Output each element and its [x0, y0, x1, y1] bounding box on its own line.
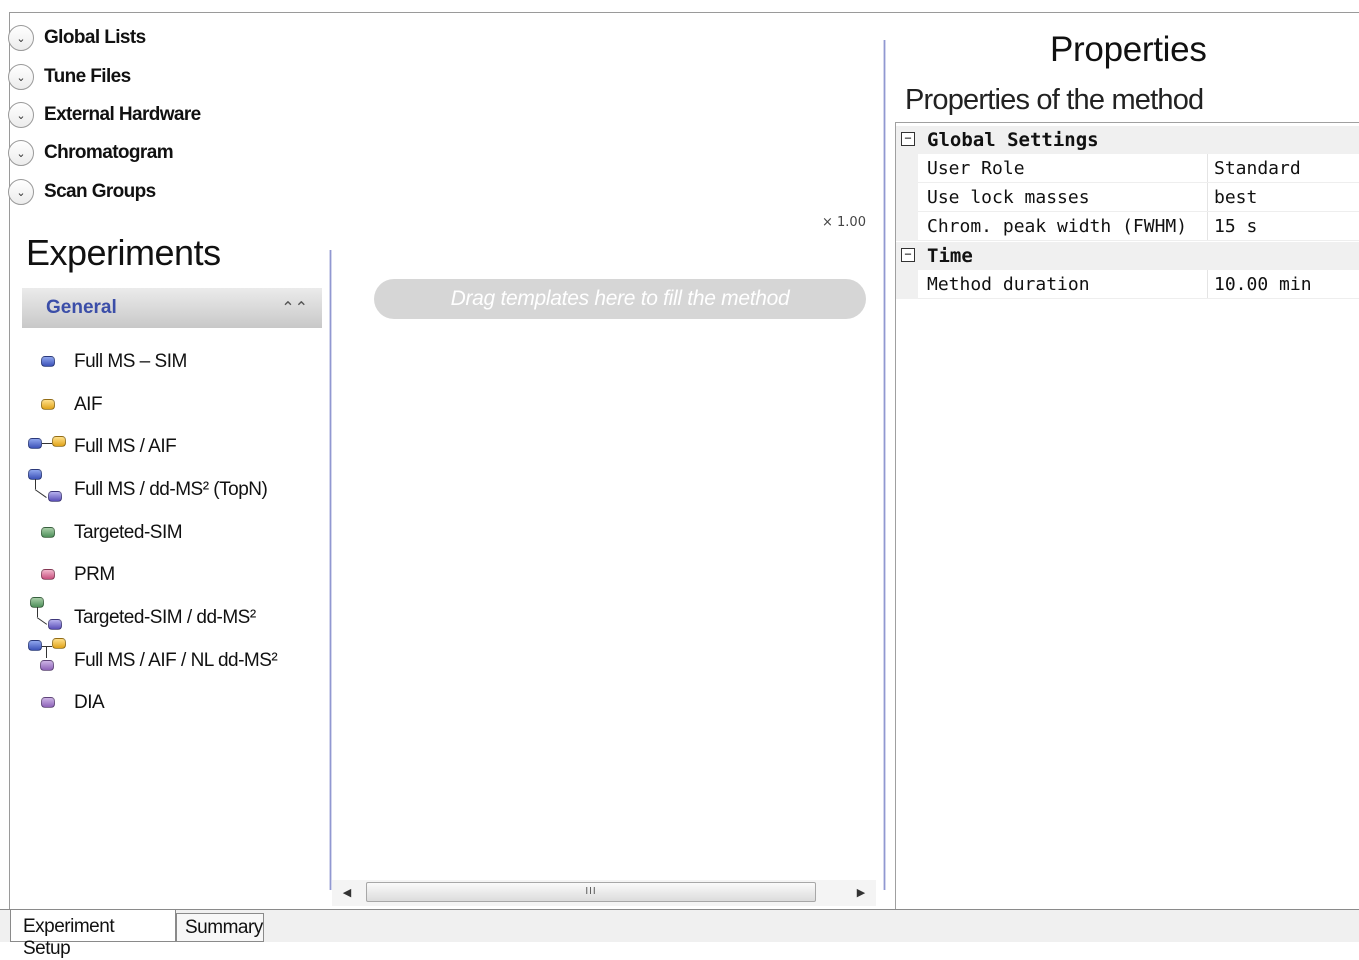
- property-row-user-role[interactable]: User Role Standard: [896, 154, 1359, 183]
- expander-label: Chromatogram: [44, 142, 174, 163]
- method-canvas[interactable]: [332, 13, 886, 909]
- property-row-use-lock-masses[interactable]: Use lock masses best: [896, 183, 1359, 212]
- drop-zone-hint: Drag templates here to fill the method: [450, 287, 790, 310]
- expander-scan-groups[interactable]: ⌄ Scan Groups: [8, 176, 156, 208]
- category-global-settings[interactable]: − Global Settings: [896, 126, 1359, 154]
- experiment-full-ms-sim[interactable]: Full MS – SIM: [26, 345, 187, 379]
- general-group-label: General: [46, 297, 117, 318]
- collapse-icon[interactable]: −: [901, 132, 915, 146]
- tab-label: Experiment Setup: [23, 916, 115, 959]
- experiments-title: Experiments: [26, 232, 221, 273]
- tab-label: Summary: [185, 917, 263, 938]
- experiment-label: Full MS – SIM: [74, 351, 187, 372]
- expander-tune-files[interactable]: ⌄ Tune Files: [8, 61, 131, 93]
- property-name: Chrom. peak width (FWHM): [927, 216, 1188, 237]
- experiment-dia[interactable]: DIA: [26, 686, 105, 720]
- scroll-right-arrow-icon[interactable]: ▶: [852, 884, 870, 902]
- experiment-targeted-sim[interactable]: Targeted-SIM: [26, 516, 183, 550]
- properties-title: Properties: [1050, 30, 1207, 69]
- experiment-label: DIA: [74, 692, 105, 713]
- property-grid: − Global Settings User Role Standard Use…: [895, 122, 1359, 911]
- expander-label: Scan Groups: [44, 181, 156, 202]
- experiment-prm[interactable]: PRM: [26, 558, 115, 592]
- purple-node-icon: [26, 686, 74, 720]
- experiment-aif[interactable]: AIF: [26, 388, 103, 422]
- chevron-down-icon[interactable]: ⌄: [8, 179, 34, 205]
- property-value[interactable]: 10.00 min: [1214, 274, 1312, 295]
- scrollbar-thumb[interactable]: III: [366, 882, 816, 902]
- scroll-left-arrow-icon[interactable]: ◀: [338, 884, 356, 902]
- experiment-targeted-sim-dd-ms2[interactable]: Targeted-SIM / dd-MS²: [26, 597, 256, 635]
- category-label: Time: [927, 245, 973, 267]
- chevron-down-icon[interactable]: ⌄: [8, 102, 34, 128]
- chevron-down-icon[interactable]: ⌄: [8, 64, 34, 90]
- experiment-label: AIF: [74, 394, 103, 415]
- property-name: User Role: [927, 158, 1025, 179]
- experiment-full-ms-dd-ms2-topn[interactable]: Full MS / dd-MS² (TopN): [26, 469, 268, 507]
- experiment-label: Targeted-SIM: [74, 522, 183, 543]
- experiment-label: PRM: [74, 564, 115, 585]
- blue-node-icon: [26, 345, 74, 379]
- general-group-header[interactable]: General ⌃⌃: [22, 288, 322, 328]
- horizontal-scrollbar[interactable]: ◀ III ▶: [332, 880, 876, 906]
- expander-label: Tune Files: [44, 66, 131, 87]
- property-name: Method duration: [927, 274, 1090, 295]
- expander-chromatogram[interactable]: ⌄ Chromatogram: [8, 137, 174, 169]
- property-value[interactable]: 15 s: [1214, 216, 1257, 237]
- blue-gold-violet-tree-icon: [26, 638, 74, 678]
- pink-node-icon: [26, 558, 74, 592]
- property-row-method-duration[interactable]: Method duration 10.00 min: [896, 270, 1359, 299]
- tab-experiment-setup[interactable]: Experiment Setup: [10, 910, 176, 959]
- category-label: Global Settings: [927, 129, 1099, 151]
- experiment-label: Full MS / AIF / NL dd-MS²: [74, 650, 278, 671]
- experiment-label: Full MS / dd-MS² (TopN): [74, 479, 268, 500]
- left-splitter[interactable]: [329, 250, 332, 890]
- blue-to-violet-branch-icon: [26, 469, 74, 507]
- experiment-label: Full MS / AIF: [74, 436, 177, 457]
- expander-label: Global Lists: [44, 27, 146, 48]
- template-drop-zone[interactable]: Drag templates here to fill the method: [374, 279, 866, 319]
- category-time[interactable]: − Time: [896, 242, 1359, 270]
- property-value[interactable]: best: [1214, 187, 1257, 208]
- chevron-down-icon[interactable]: ⌄: [8, 140, 34, 166]
- property-row-chrom-peak-width[interactable]: Chrom. peak width (FWHM) 15 s: [896, 212, 1359, 241]
- expander-label: External Hardware: [44, 104, 201, 125]
- collapse-icon[interactable]: −: [901, 248, 915, 262]
- green-to-violet-branch-icon: [26, 597, 74, 635]
- experiment-label: Targeted-SIM / dd-MS²: [74, 607, 256, 628]
- scrollbar-grip: III: [585, 886, 597, 897]
- double-chevron-up-icon[interactable]: ⌃⌃: [281, 298, 308, 318]
- property-value[interactable]: Standard: [1214, 158, 1301, 179]
- zoom-level: × 1.00: [822, 215, 866, 230]
- expander-global-lists[interactable]: ⌄ Global Lists: [8, 22, 146, 54]
- chevron-down-icon[interactable]: ⌄: [8, 25, 34, 51]
- tab-bar: Experiment Setup Summary: [0, 909, 1359, 959]
- blue-gold-pair-icon: [26, 430, 74, 464]
- tab-summary[interactable]: Summary: [176, 913, 264, 942]
- experiment-full-ms-aif-nl-dd-ms2[interactable]: Full MS / AIF / NL dd-MS²: [26, 638, 278, 678]
- expander-external-hardware[interactable]: ⌄ External Hardware: [8, 99, 201, 131]
- gold-node-icon: [26, 388, 74, 422]
- property-name: Use lock masses: [927, 187, 1090, 208]
- experiment-full-ms-aif[interactable]: Full MS / AIF: [26, 430, 177, 464]
- properties-subtitle: Properties of the method: [905, 84, 1204, 116]
- green-node-icon: [26, 516, 74, 550]
